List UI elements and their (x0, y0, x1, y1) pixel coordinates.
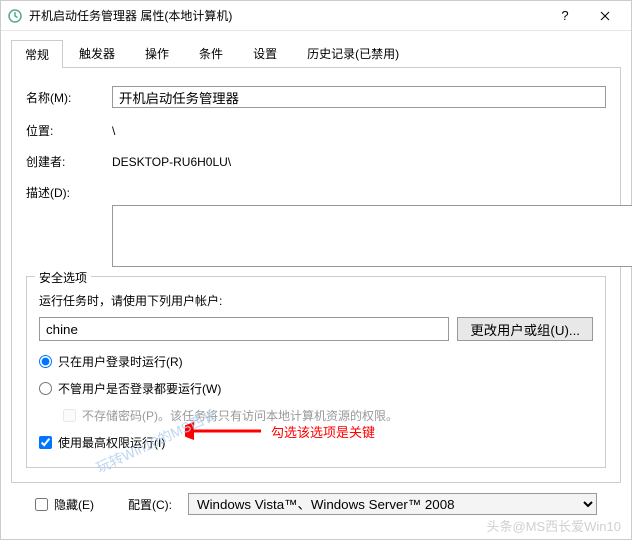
tab-strip: 常规 触发器 操作 条件 设置 历史记录(已禁用) (11, 39, 621, 68)
radio-notloggedon-row[interactable]: 不管用户是否登录都要运行(W) (39, 380, 593, 397)
close-button[interactable] (585, 2, 625, 30)
tab-triggers[interactable]: 触发器 (65, 39, 129, 67)
desc-textarea[interactable] (112, 205, 632, 267)
window-title: 开机启动任务管理器 属性(本地计算机) (29, 7, 545, 24)
panel-general: 名称(M): 位置: \ 创建者: DESKTOP-RU6H0LU\ 描述(D)… (11, 68, 621, 483)
tab-settings[interactable]: 设置 (239, 39, 291, 67)
desc-label: 描述(D): (26, 184, 112, 201)
highest-priv-row[interactable]: 使用最高权限运行(I) (39, 434, 593, 451)
no-store-pwd-row: 不存储密码(P)。该任务将只有访问本地计算机资源的权限。 (63, 407, 593, 424)
config-label: 配置(C): (128, 496, 172, 513)
hidden-row[interactable]: 隐藏(E) (35, 496, 94, 513)
titlebar: 开机启动任务管理器 属性(本地计算机) ? (1, 1, 631, 31)
tab-conditions[interactable]: 条件 (185, 39, 237, 67)
config-select[interactable]: Windows Vista™、Windows Server™ 2008 (188, 493, 597, 515)
dialog-window: 开机启动任务管理器 属性(本地计算机) ? 常规 触发器 操作 条件 设置 历史… (0, 0, 632, 540)
close-icon (600, 11, 610, 21)
creator-label: 创建者: (26, 153, 112, 170)
security-legend: 安全选项 (35, 269, 91, 286)
radio-notloggedon-label: 不管用户是否登录都要运行(W) (58, 380, 221, 397)
no-store-pwd-label: 不存储密码(P)。该任务将只有访问本地计算机资源的权限。 (82, 407, 398, 424)
account-label: 运行任务时，请使用下列用户帐户: (39, 292, 593, 309)
highest-priv-label: 使用最高权限运行(I) (58, 434, 165, 451)
tab-history[interactable]: 历史记录(已禁用) (293, 39, 413, 67)
tab-general[interactable]: 常规 (11, 40, 63, 68)
name-input[interactable] (112, 86, 606, 108)
location-label: 位置: (26, 122, 112, 139)
clock-icon (7, 8, 23, 24)
hidden-checkbox[interactable] (35, 498, 48, 511)
security-fieldset: 安全选项 运行任务时，请使用下列用户帐户: 更改用户或组(U)... 只在用户登… (26, 276, 606, 468)
creator-value: DESKTOP-RU6H0LU\ (112, 155, 606, 169)
change-user-button[interactable]: 更改用户或组(U)... (457, 317, 593, 341)
radio-loggedon-row[interactable]: 只在用户登录时运行(R) (39, 353, 593, 370)
radio-loggedon[interactable] (39, 355, 52, 368)
highest-priv-checkbox[interactable] (39, 436, 52, 449)
radio-loggedon-label: 只在用户登录时运行(R) (58, 353, 183, 370)
hidden-label: 隐藏(E) (54, 496, 94, 513)
name-label: 名称(M): (26, 89, 112, 106)
location-value: \ (112, 124, 606, 138)
radio-notloggedon[interactable] (39, 382, 52, 395)
account-input[interactable] (39, 317, 449, 341)
no-store-pwd-checkbox (63, 409, 76, 422)
content-area: 常规 触发器 操作 条件 设置 历史记录(已禁用) 名称(M): 位置: \ 创… (1, 31, 631, 525)
bottom-watermark: 头条@MS西长爱Win10 (486, 516, 621, 535)
help-button[interactable]: ? (545, 2, 585, 30)
tab-actions[interactable]: 操作 (131, 39, 183, 67)
